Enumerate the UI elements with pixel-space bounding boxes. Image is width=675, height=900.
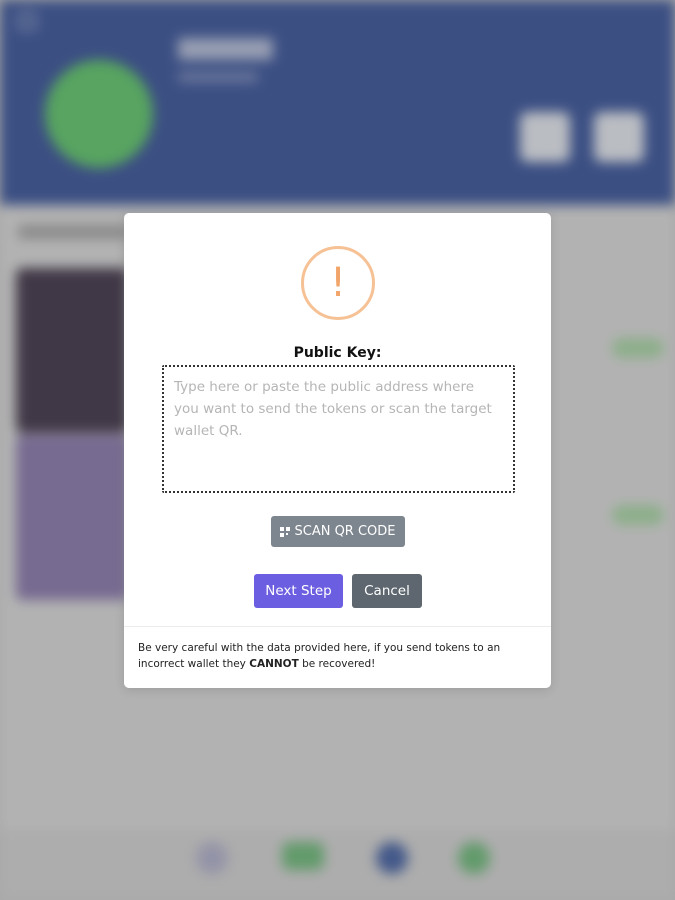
- modal-divider: [124, 626, 551, 627]
- warning-emphasis: CANNOT: [249, 658, 299, 670]
- exclamation-glyph: !: [329, 260, 347, 306]
- qr-code-icon: [280, 526, 291, 537]
- next-step-button[interactable]: Next Step: [254, 574, 343, 608]
- irreversible-warning-text: Be very careful with the data provided h…: [138, 640, 538, 672]
- public-key-input[interactable]: [162, 365, 515, 493]
- scan-qr-code-label: SCAN QR CODE: [294, 524, 396, 539]
- scan-qr-code-button[interactable]: SCAN QR CODE: [271, 516, 405, 547]
- warning-text-end: be recovered!: [298, 658, 376, 670]
- exclamation-circle-icon: !: [301, 246, 375, 320]
- public-key-label: Public Key:: [293, 345, 382, 361]
- cancel-button[interactable]: Cancel: [352, 574, 422, 608]
